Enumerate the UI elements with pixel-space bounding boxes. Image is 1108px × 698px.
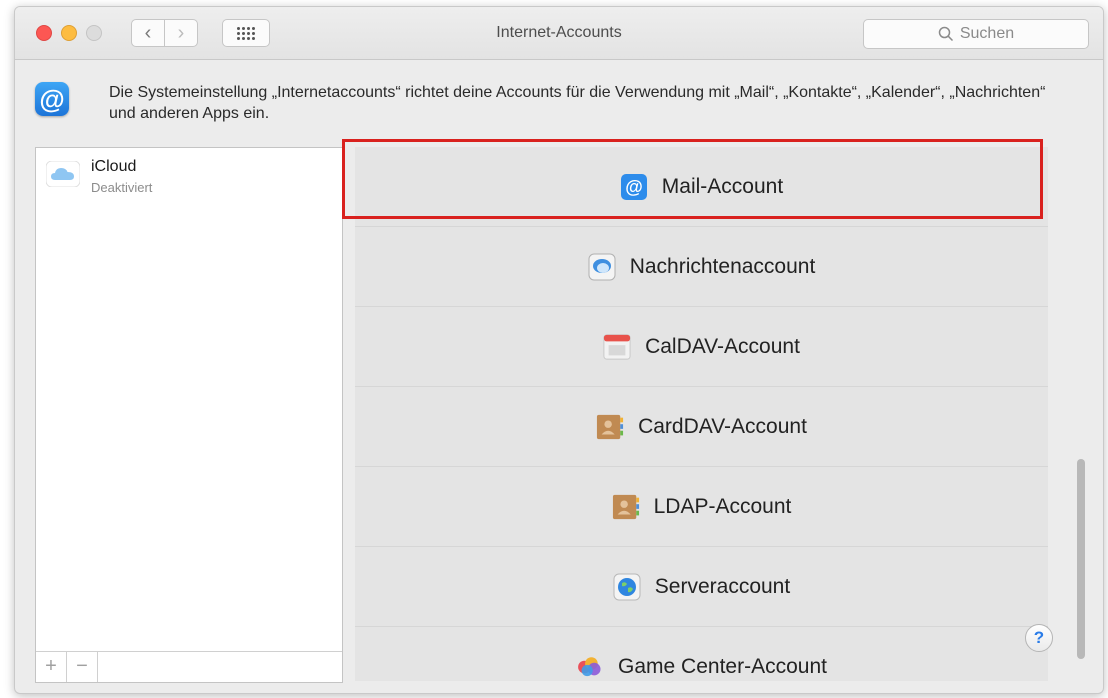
- remove-account-button[interactable]: −: [67, 652, 98, 682]
- provider-server-account[interactable]: Serveraccount: [355, 547, 1048, 627]
- account-name: iCloud: [91, 158, 137, 175]
- account-controls: + −: [36, 651, 342, 682]
- help-button[interactable]: ?: [1025, 624, 1053, 652]
- account-item-icloud[interactable]: iCloud Deaktiviert: [36, 148, 342, 204]
- provider-label: Nachrichtenaccount: [629, 254, 816, 278]
- game-center-icon: [576, 653, 604, 681]
- icloud-icon: [46, 161, 80, 187]
- provider-label: Game Center-Account: [618, 654, 827, 678]
- provider-messages-account[interactable]: Nachrichtenaccount: [355, 227, 1048, 307]
- contacts-icon: [596, 413, 624, 441]
- search-icon: [938, 26, 953, 42]
- provider-label: CalDAV-Account: [645, 334, 800, 358]
- accounts-list: iCloud Deaktiviert + −: [35, 147, 343, 683]
- provider-label: CardDAV-Account: [638, 414, 807, 438]
- provider-label: Serveraccount: [654, 574, 791, 598]
- server-globe-icon: [613, 573, 641, 601]
- info-header: @ Die Systemeinstellung „Internetaccount…: [15, 60, 1103, 136]
- search-field[interactable]: Suchen: [863, 19, 1089, 49]
- provider-carddav-account[interactable]: CardDAV-Account: [355, 387, 1048, 467]
- title-bar: ‹ › Internet-Accounts Suchen: [15, 7, 1103, 60]
- preferences-window: ‹ › Internet-Accounts Suchen @ Die Syste…: [14, 6, 1104, 694]
- internet-accounts-at-icon: @: [35, 82, 69, 116]
- add-account-button[interactable]: +: [36, 652, 67, 682]
- highlight-box: [342, 139, 1043, 219]
- scrollbar-thumb[interactable]: [1077, 459, 1085, 659]
- info-description: Die Systemeinstellung „Internetaccounts“…: [109, 84, 1046, 122]
- provider-label: LDAP-Account: [653, 494, 792, 518]
- provider-list: @ Mail-Account Nachrichtenaccount CalDAV…: [355, 147, 1048, 681]
- account-status: Deaktiviert: [91, 180, 153, 195]
- provider-ldap-account[interactable]: LDAP-Account: [355, 467, 1048, 547]
- contacts-icon: [612, 493, 640, 521]
- provider-game-center-account[interactable]: Game Center-Account: [355, 627, 1048, 681]
- calendar-icon: [603, 333, 631, 361]
- messages-icon: [588, 253, 616, 281]
- provider-caldav-account[interactable]: CalDAV-Account: [355, 307, 1048, 387]
- search-placeholder: Suchen: [959, 25, 1015, 42]
